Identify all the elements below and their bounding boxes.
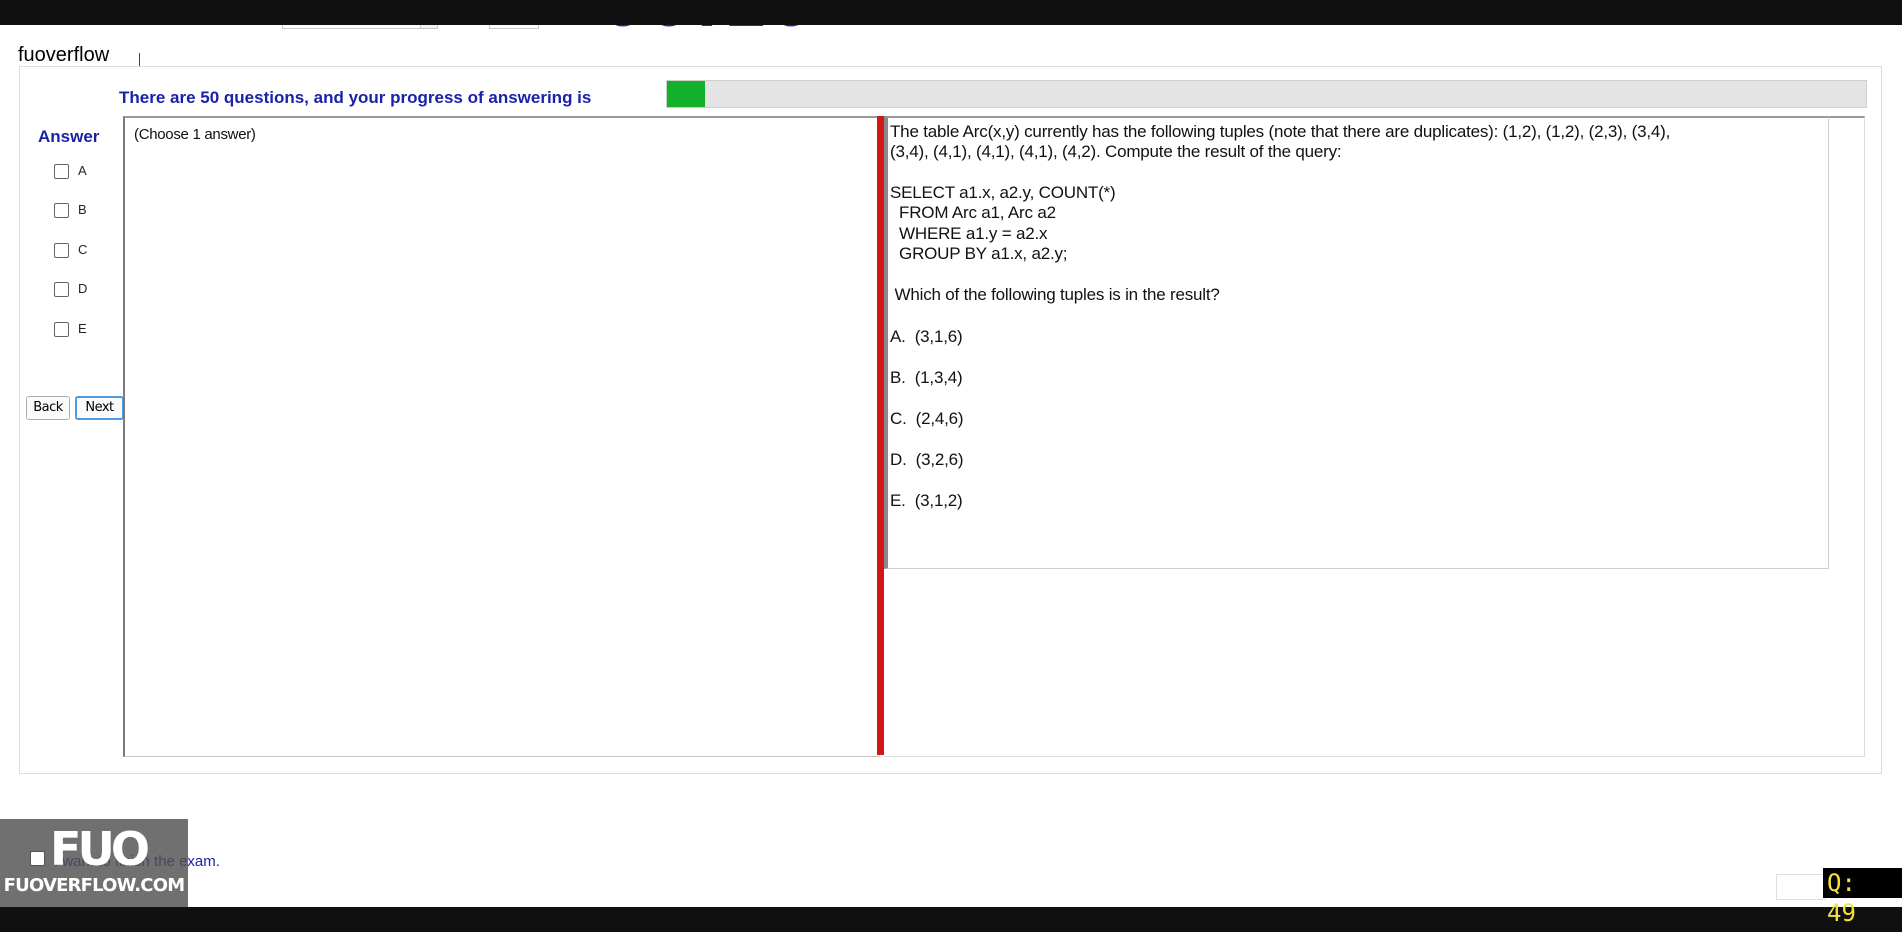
answer-title: Answer — [38, 127, 100, 146]
sql-line: WHERE a1.y = a2.x — [890, 224, 1048, 243]
answer-option-b[interactable]: B — [54, 201, 134, 221]
question-prompt: Which of the following tuples is in the … — [890, 285, 1220, 304]
option-label: D — [78, 281, 88, 296]
answer-option-e[interactable]: E — [54, 320, 134, 340]
question-text: (3,4), (4,1), (4,1), (4,1), (4,2). Compu… — [890, 142, 1342, 161]
choice-text: C. (2,4,6) — [890, 409, 964, 428]
choose-instruction: (Choose 1 answer) — [134, 126, 256, 143]
answer-option-c[interactable]: C — [54, 241, 134, 261]
checkbox[interactable] — [54, 243, 69, 258]
brand-label: fuoverflow — [18, 44, 110, 66]
answer-pane — [123, 116, 880, 757]
logo-wordmark: FUOVERFLOW.COM — [3, 875, 186, 896]
watermark-logo: FUO FUOVERFLOW.COM — [0, 819, 188, 907]
bottom-letterbox-bar — [0, 907, 1902, 932]
sql-line: FROM Arc a1, Arc a2 — [890, 203, 1056, 222]
sql-line: GROUP BY a1.x, a2.y; — [890, 244, 1068, 263]
answer-option-d[interactable]: D — [54, 280, 134, 300]
answer-option-a[interactable]: A — [54, 162, 134, 182]
sql-line: SELECT a1.x, a2.y, COUNT(*) — [890, 183, 1116, 202]
progress-label: There are 50 questions, and your progres… — [119, 88, 592, 107]
progress-bar — [666, 80, 1867, 108]
option-label: C — [78, 242, 88, 257]
question-text: The table Arc(x,y) currently has the fol… — [890, 122, 1671, 141]
choice-text: A. (3,1,6) — [890, 327, 963, 346]
top-letterbox-bar — [0, 0, 1902, 25]
pane-splitter[interactable] — [877, 116, 884, 755]
checkbox[interactable] — [54, 164, 69, 179]
checkbox[interactable] — [54, 282, 69, 297]
finish-checkbox[interactable] — [30, 851, 45, 866]
question-counter: Q: 49 — [1823, 868, 1902, 927]
option-label: A — [78, 163, 87, 178]
back-button[interactable]: Back — [26, 396, 70, 420]
choice-text: D. (3,2,6) — [890, 450, 964, 469]
choice-text: E. (3,1,2) — [890, 491, 963, 510]
logo-icon: FUO — [50, 822, 150, 876]
choice-text: B. (1,3,4) — [890, 368, 963, 387]
progress-bar-fill — [667, 81, 705, 107]
option-label: E — [78, 321, 87, 336]
next-button[interactable]: Next — [75, 396, 124, 420]
checkbox[interactable] — [54, 322, 69, 337]
option-label: B — [78, 202, 87, 217]
checkbox[interactable] — [54, 203, 69, 218]
question-number-box — [1776, 874, 1826, 900]
